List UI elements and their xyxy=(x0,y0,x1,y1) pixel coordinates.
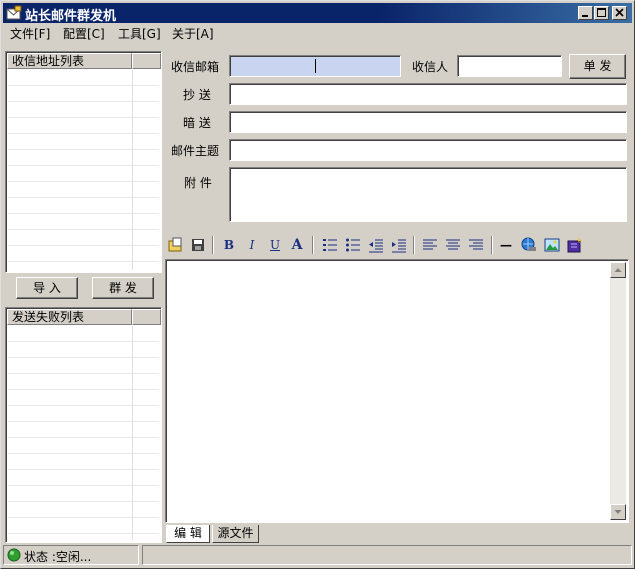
toolbar-separator xyxy=(491,236,493,254)
import-button[interactable]: 导 入 xyxy=(16,277,78,299)
toolbar-separator xyxy=(413,236,415,254)
numbered-list-icon[interactable] xyxy=(321,237,339,253)
arrow-down-icon xyxy=(614,510,622,514)
align-right-icon[interactable] xyxy=(467,237,485,253)
minimize-icon xyxy=(582,15,588,17)
align-center-icon[interactable] xyxy=(444,237,462,253)
main-window: 站长邮件群发机 文件[F] 配置[C] 工具[G] 关于[A] 收信地址列表 导… xyxy=(0,0,635,569)
align-left-icon[interactable] xyxy=(421,237,439,253)
bullet-list-icon[interactable] xyxy=(344,237,362,253)
editor-vertical-scrollbar[interactable] xyxy=(610,262,626,520)
failed-list-header[interactable]: 发送失败列表 xyxy=(7,309,132,325)
recipient-address-list[interactable]: 收信地址列表 xyxy=(5,51,162,273)
arrow-up-icon xyxy=(614,268,622,272)
subject-label: 邮件主题 xyxy=(171,144,220,158)
attachment-box[interactable] xyxy=(229,167,627,222)
close-icon xyxy=(615,8,624,17)
failed-list-header-extra[interactable] xyxy=(132,309,161,325)
maximize-icon xyxy=(597,8,606,17)
bcc-input[interactable] xyxy=(229,111,627,133)
inbox-label: 收信邮箱 xyxy=(171,60,220,74)
recipient-list-rows xyxy=(8,70,159,270)
maximize-button[interactable] xyxy=(594,6,609,20)
menu-bar: 文件[F] 配置[C] 工具[G] 关于[A] xyxy=(3,24,632,42)
menu-config[interactable]: 配置[C] xyxy=(63,25,105,42)
window-title: 站长邮件群发机 xyxy=(25,9,117,24)
status-panel-secondary xyxy=(142,545,632,565)
underline-icon[interactable]: U xyxy=(266,237,284,253)
failed-list-rows xyxy=(8,326,159,540)
outdent-icon[interactable] xyxy=(367,237,385,253)
attachment-label: 附 件 xyxy=(184,176,212,190)
recipient-list-header-extra[interactable] xyxy=(132,53,161,69)
failed-send-list[interactable]: 发送失败列表 xyxy=(5,307,162,543)
status-ok-icon xyxy=(7,548,21,562)
toolbar-separator xyxy=(212,236,214,254)
tab-edit[interactable]: 编 辑 xyxy=(166,525,210,543)
cc-input[interactable] xyxy=(229,83,627,105)
recipient-list-column-divider xyxy=(132,70,133,270)
insert-flash-icon[interactable] xyxy=(566,237,584,253)
menu-file[interactable]: 文件[F] xyxy=(10,25,50,42)
scroll-down-button[interactable] xyxy=(610,504,626,520)
status-panel: 状态 :空闲... xyxy=(3,545,139,565)
editor-area[interactable] xyxy=(165,259,629,523)
status-text: 状态 :空闲... xyxy=(24,550,92,564)
title-bar[interactable]: 站长邮件群发机 xyxy=(3,3,632,24)
menu-tools[interactable]: 工具[G] xyxy=(118,25,161,42)
recipient-input[interactable] xyxy=(457,55,562,77)
tab-source[interactable]: 源文件 xyxy=(212,525,259,543)
recipient-list-header[interactable]: 收信地址列表 xyxy=(7,53,132,69)
horizontal-rule-icon[interactable]: — xyxy=(497,237,515,253)
text-cursor xyxy=(315,59,316,73)
indent-icon[interactable] xyxy=(390,237,408,253)
insert-image-icon[interactable] xyxy=(543,237,561,253)
bcc-label: 暗 送 xyxy=(183,116,211,130)
close-button[interactable] xyxy=(612,6,627,20)
save-icon[interactable] xyxy=(189,237,207,253)
subject-input[interactable] xyxy=(229,139,627,161)
recipient-label: 收信人 xyxy=(412,60,449,74)
inbox-input[interactable] xyxy=(229,55,401,77)
failed-list-column-divider xyxy=(132,326,133,540)
open-file-icon[interactable] xyxy=(167,237,185,253)
mass-send-button[interactable]: 群 发 xyxy=(92,277,154,299)
scroll-up-button[interactable] xyxy=(610,262,626,278)
single-send-button[interactable]: 单 发 xyxy=(569,54,626,79)
menu-about[interactable]: 关于[A] xyxy=(172,25,214,42)
font-color-icon[interactable]: A xyxy=(288,237,306,253)
cc-label: 抄 送 xyxy=(183,88,211,102)
italic-icon[interactable]: I xyxy=(243,237,261,253)
toolbar-separator xyxy=(312,236,314,254)
minimize-button[interactable] xyxy=(578,6,593,20)
insert-link-icon[interactable] xyxy=(520,237,538,253)
bold-icon[interactable]: B xyxy=(220,237,238,253)
status-bar: 状态 :空闲... xyxy=(3,545,632,565)
mail-app-icon xyxy=(6,5,22,20)
